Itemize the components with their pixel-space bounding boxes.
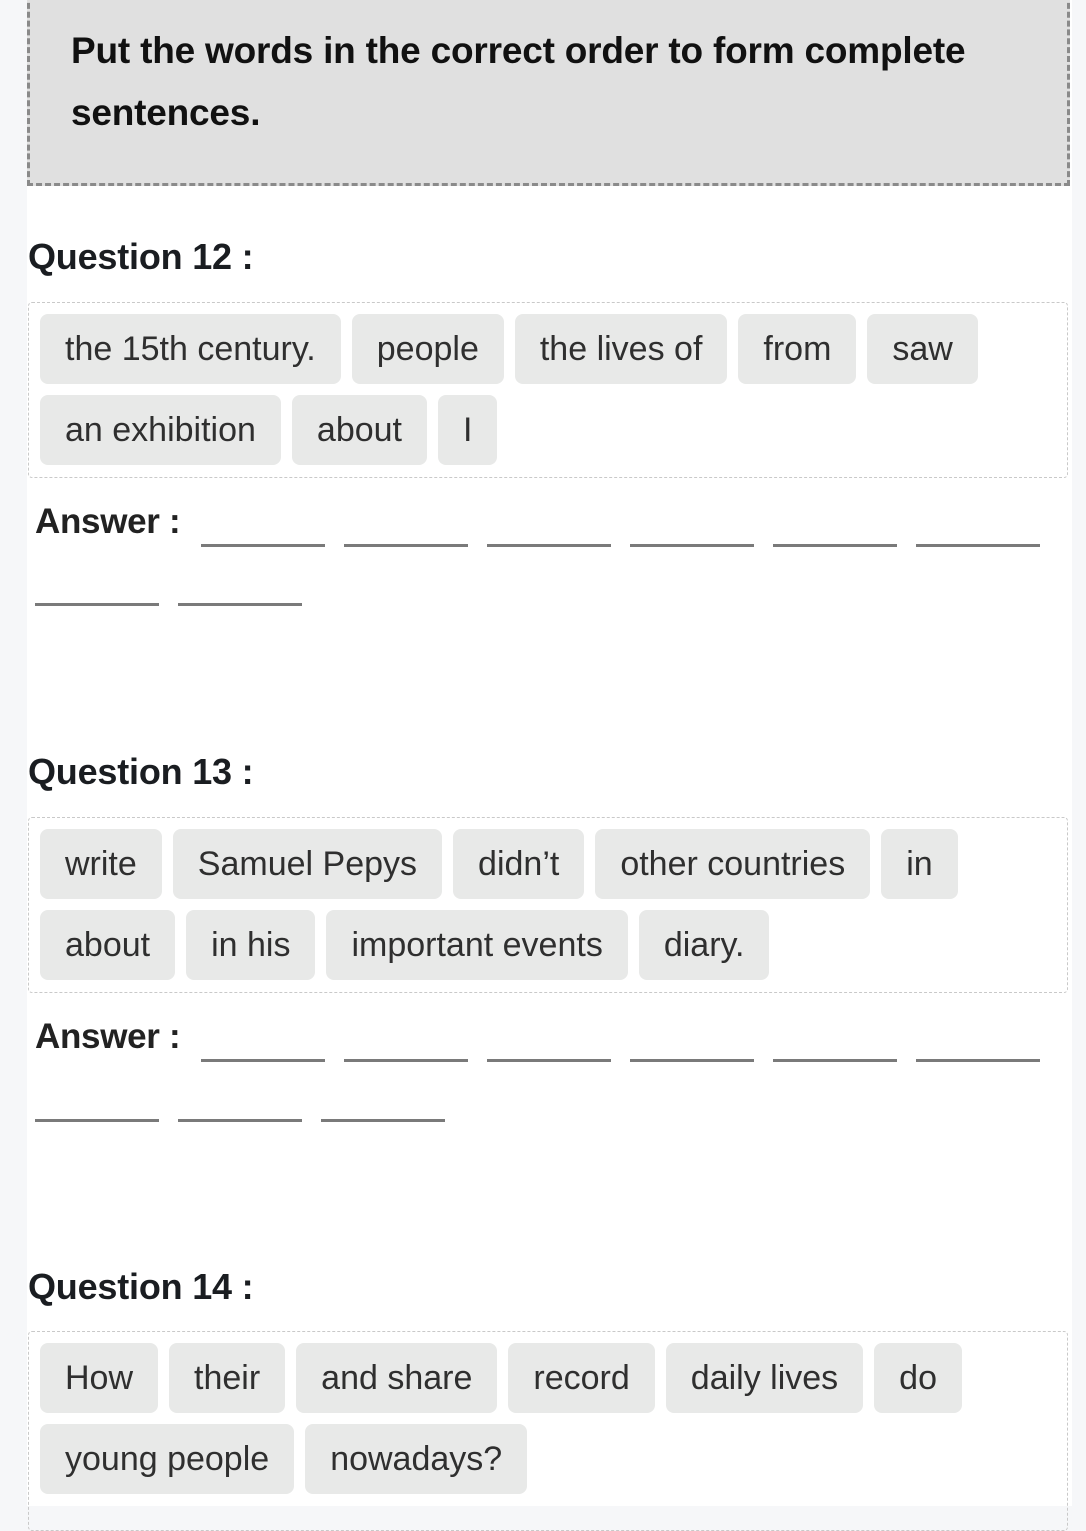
answer-blank[interactable] [916, 1059, 1040, 1062]
word-chip[interactable]: and share [296, 1343, 498, 1413]
answer-blank[interactable] [487, 544, 611, 547]
answer-blank[interactable] [35, 603, 159, 606]
answer-blank[interactable] [201, 1059, 325, 1062]
word-chip[interactable]: other countries [595, 829, 871, 899]
word-chip[interactable]: Samuel Pepys [172, 829, 443, 899]
worksheet-page: Put the words in the correct order to fo… [27, 0, 1072, 1531]
answer-label: Answer : [35, 1017, 181, 1056]
word-chip[interactable]: their [169, 1343, 286, 1413]
word-chip[interactable]: write [40, 829, 162, 899]
answer-blank[interactable] [773, 1059, 897, 1062]
word-chip[interactable]: in his [186, 910, 316, 980]
answer-blank[interactable] [916, 544, 1040, 547]
word-chip[interactable]: I [438, 395, 498, 465]
question-title: Question 13 : [28, 751, 254, 792]
word-chip[interactable]: record [508, 1343, 655, 1413]
word-chip[interactable]: important events [326, 910, 628, 980]
answer-blank[interactable] [344, 1059, 468, 1062]
word-chip[interactable]: the lives of [514, 314, 728, 384]
word-chip[interactable]: nowadays? [305, 1424, 528, 1494]
instruction-box: Put the words in the correct order to fo… [27, 0, 1070, 186]
answer-blank[interactable] [178, 1119, 302, 1122]
word-chip[interactable]: from [738, 314, 857, 384]
word-chip[interactable]: do [874, 1343, 962, 1413]
answer-label: Answer : [35, 502, 181, 541]
answer-blank[interactable] [201, 544, 325, 547]
answer-blank[interactable] [773, 544, 897, 547]
word-bank: How their and share record daily lives d… [28, 1331, 1068, 1531]
word-chip[interactable]: an exhibition [40, 395, 281, 465]
word-chip[interactable]: daily lives [665, 1343, 864, 1413]
word-chip[interactable]: in [881, 829, 958, 899]
word-bank: write Samuel Pepys didn’t other countrie… [28, 817, 1068, 993]
word-chip[interactable]: saw [867, 314, 978, 384]
word-chip[interactable]: diary. [638, 910, 770, 980]
word-chip[interactable]: about [40, 910, 176, 980]
question-title: Question 12 : [28, 236, 254, 277]
word-chip[interactable]: young people [40, 1424, 295, 1494]
answer-blank[interactable] [178, 603, 302, 606]
answer-blank[interactable] [344, 544, 468, 547]
answer-blank[interactable] [487, 1059, 611, 1062]
word-chip[interactable]: How [40, 1343, 159, 1413]
word-chip[interactable]: people [351, 314, 504, 384]
answer-blank[interactable] [35, 1119, 159, 1122]
word-chip[interactable]: about [291, 395, 428, 465]
question-title: Question 14 : [28, 1266, 254, 1307]
answer-blank[interactable] [630, 544, 754, 547]
instruction-text: Put the words in the correct order to fo… [71, 30, 966, 133]
word-chip[interactable]: the 15th century. [40, 314, 341, 384]
answer-blank[interactable] [321, 1119, 445, 1122]
answer-blank[interactable] [630, 1059, 754, 1062]
word-bank: the 15th century. people the lives of fr… [28, 302, 1068, 478]
word-chip[interactable]: didn’t [453, 829, 585, 899]
